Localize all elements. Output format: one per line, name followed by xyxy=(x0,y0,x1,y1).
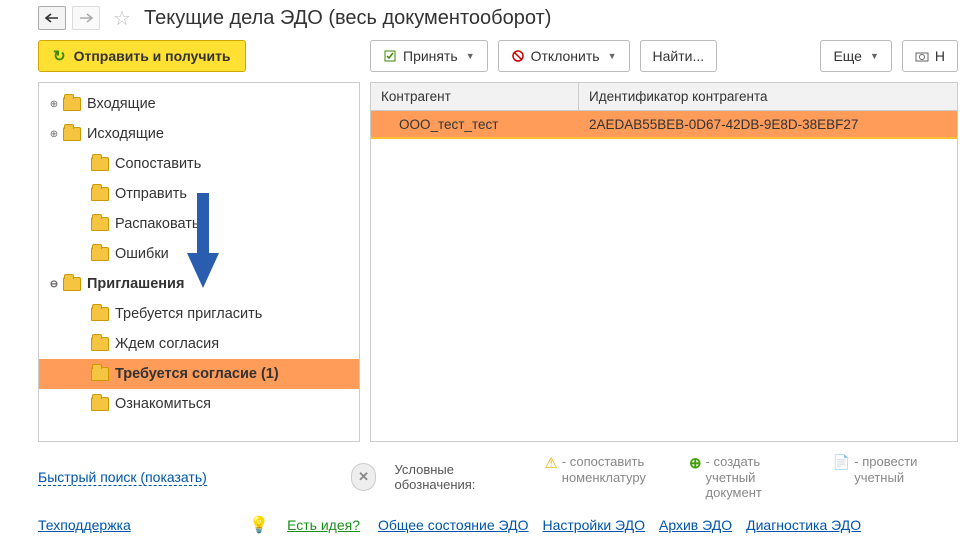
refresh-icon: ↻ xyxy=(53,47,66,65)
table-row[interactable]: ООО_тест_тест2AEDAB55BEB-0D67-42DB-9E8D-… xyxy=(371,111,957,139)
tree-item-label: Ошибки xyxy=(115,246,169,262)
tree-item[interactable]: Требуется согласие (1) xyxy=(39,359,359,389)
tree-item-label: Исходящие xyxy=(87,126,164,142)
tree-item-label: Входящие xyxy=(87,96,156,112)
tree-item-label: Сопоставить xyxy=(115,156,201,172)
tree-expander-icon[interactable]: ⊕ xyxy=(47,129,61,140)
tree-item[interactable]: Распаковать xyxy=(39,209,359,239)
favorite-star-icon[interactable]: ☆ xyxy=(110,6,134,30)
tree-item[interactable]: Требуется пригласить xyxy=(39,299,359,329)
nav-back-button[interactable] xyxy=(38,6,66,30)
footer-link[interactable]: Диагностика ЭДО xyxy=(746,517,861,533)
nav-forward-button[interactable] xyxy=(72,6,100,30)
column-header-counterparty[interactable]: Контрагент xyxy=(371,83,579,110)
doc-icon: 📄 xyxy=(833,454,850,471)
legend-text: - сопоставить номенклатуру xyxy=(562,454,669,485)
chevron-down-icon: ▼ xyxy=(870,51,879,61)
send-receive-label: Отправить и получить xyxy=(74,48,231,64)
legend-text: - провести учетный xyxy=(854,454,958,485)
tree-item[interactable]: ⊕ Входящие xyxy=(39,89,359,119)
legend-item: 📄- провести учетный xyxy=(833,454,958,501)
tree-item[interactable]: Ошибки xyxy=(39,239,359,269)
arrow-left-icon xyxy=(45,13,59,23)
chevron-down-icon: ▼ xyxy=(466,51,475,61)
find-button[interactable]: Найти... xyxy=(640,40,718,72)
tree-item[interactable]: Ждем согласия xyxy=(39,329,359,359)
folder-icon xyxy=(91,397,109,411)
folder-icon xyxy=(63,127,81,141)
quick-search-link[interactable]: Быстрый поиск (показать) xyxy=(38,469,207,486)
page-title: Текущие дела ЭДО (весь документооборот) xyxy=(144,7,551,30)
legend-item: ⚠ - сопоставить номенклатуру xyxy=(544,454,669,501)
support-link[interactable]: Техподдержка xyxy=(38,517,131,533)
folder-icon xyxy=(91,247,109,261)
legend-item: ⊕- создать учетный документ xyxy=(689,454,813,501)
footer-link[interactable]: Настройки ЭДО xyxy=(543,517,646,533)
tree-item-label: Распаковать xyxy=(115,216,199,232)
tree-item[interactable]: Сопоставить xyxy=(39,149,359,179)
accept-icon xyxy=(383,49,397,63)
tree-expander-icon[interactable]: ⊖ xyxy=(47,279,61,290)
tree-item-label: Ознакомиться xyxy=(115,396,211,412)
tree-item[interactable]: ⊖ Приглашения xyxy=(39,269,359,299)
folder-icon xyxy=(91,157,109,171)
more-button[interactable]: Еще ▼ xyxy=(820,40,891,72)
idea-link[interactable]: Есть идея? xyxy=(287,517,360,533)
folder-icon xyxy=(91,337,109,351)
reject-button[interactable]: Отклонить ▼ xyxy=(498,40,630,72)
reject-icon xyxy=(511,49,525,63)
folder-icon xyxy=(91,187,109,201)
tree-item[interactable]: Отправить xyxy=(39,179,359,209)
close-x-icon: ✕ xyxy=(358,469,369,485)
clear-button[interactable]: ✕ xyxy=(351,463,377,491)
arrow-right-icon xyxy=(79,13,93,23)
folder-icon xyxy=(63,277,81,291)
tree-item[interactable]: Ознакомиться xyxy=(39,389,359,419)
cell-counterparty: ООО_тест_тест xyxy=(371,111,579,137)
camera-icon xyxy=(915,50,929,62)
folder-icon xyxy=(91,367,109,381)
tree-item-label: Приглашения xyxy=(87,276,184,292)
lightbulb-icon: 💡 xyxy=(249,515,269,535)
tree-item-label: Требуется согласие (1) xyxy=(115,366,279,382)
tree-item-label: Требуется пригласить xyxy=(115,306,262,322)
legend-text: - создать учетный документ xyxy=(706,454,813,501)
footer-link[interactable]: Архив ЭДО xyxy=(659,517,732,533)
footer-link[interactable]: Общее состояние ЭДО xyxy=(378,517,529,533)
column-header-id[interactable]: Идентификатор контрагента xyxy=(579,83,957,110)
tree-item-label: Отправить xyxy=(115,186,187,202)
send-receive-button[interactable]: ↻ Отправить и получить xyxy=(38,40,246,72)
folder-icon xyxy=(91,307,109,321)
navigation-tree: ⊕ Входящие ⊕ Исходящие Сопоставить Отправить Р… xyxy=(38,82,360,442)
legend-label: Условные обозначения: xyxy=(394,462,526,492)
accept-button[interactable]: Принять ▼ xyxy=(370,40,488,72)
cell-id: 2AEDAB55BEB-0D67-42DB-9E8D-38EBF27 xyxy=(579,111,957,137)
data-table: Контрагент Идентификатор контрагента ООО… xyxy=(370,82,958,442)
folder-icon xyxy=(63,97,81,111)
tree-item-label: Ждем согласия xyxy=(115,336,219,352)
tree-item[interactable]: ⊕ Исходящие xyxy=(39,119,359,149)
tree-expander-icon[interactable]: ⊕ xyxy=(47,99,61,110)
folder-icon xyxy=(91,217,109,231)
chevron-down-icon: ▼ xyxy=(608,51,617,61)
plus-icon: ⊕ xyxy=(689,454,702,472)
warn-icon: ⚠ xyxy=(544,454,557,472)
extra-button[interactable]: Н xyxy=(902,40,958,72)
